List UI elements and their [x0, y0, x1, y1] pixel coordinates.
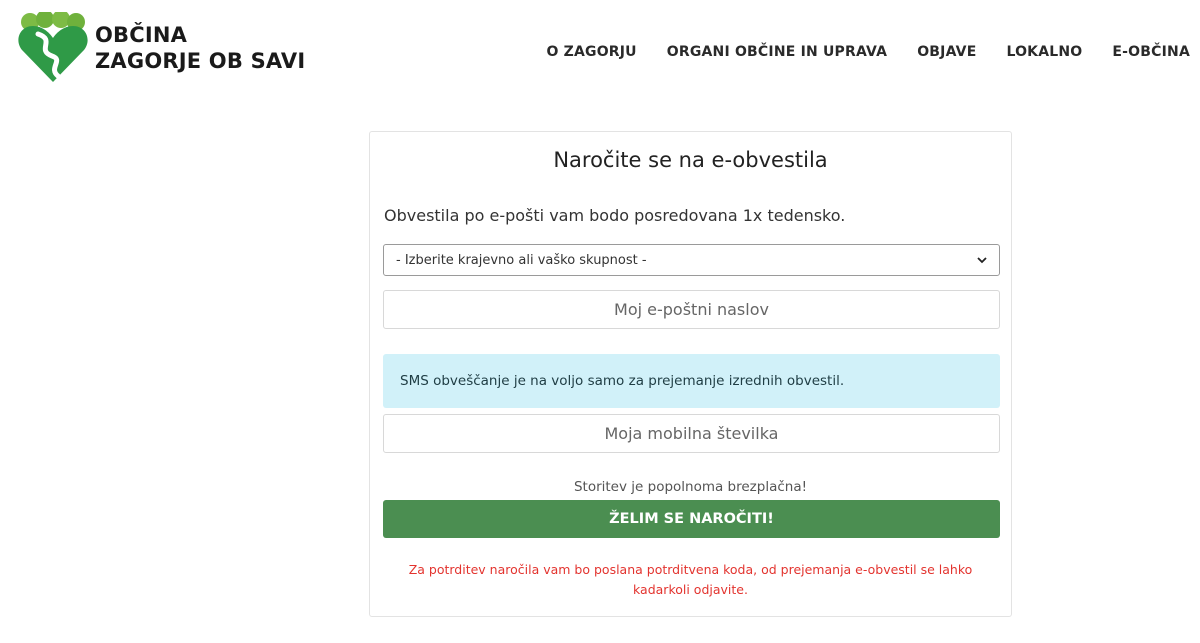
- nav-organi-obcine[interactable]: ORGANI OBČINE IN UPRAVA: [667, 44, 887, 60]
- form-intro: Obvestila po e-pošti vam bodo posredovan…: [384, 206, 846, 225]
- confirmation-note: Za potrditev naročila vam bo poslana pot…: [408, 562, 973, 597]
- chevron-down-icon: [977, 257, 987, 264]
- email-field[interactable]: Moj e-poštni naslov: [383, 290, 1000, 329]
- brand-line-1: OBČINA: [95, 23, 188, 47]
- nav-e-obcina[interactable]: E-OBČINA: [1112, 44, 1190, 60]
- sms-info-alert: SMS obveščanje je na voljo samo za preje…: [383, 354, 1000, 408]
- community-select-value: - Izberite krajevno ali vaško skupnost -: [396, 252, 647, 268]
- phone-field[interactable]: Moja mobilna številka: [383, 414, 1000, 453]
- form-title: Naročite se na e-obvestila: [553, 148, 828, 172]
- sms-info-text: SMS obveščanje je na voljo samo za preje…: [400, 373, 845, 389]
- nav-o-zagorju[interactable]: O ZAGORJU: [546, 44, 636, 60]
- subscribe-button[interactable]: ŽELIM SE NAROČITI!: [383, 500, 1000, 538]
- free-service-text: Storitev je popolnoma brezplačna!: [573, 479, 808, 495]
- subscription-card: Naročite se na e-obvestila Obvestila po …: [369, 131, 1012, 617]
- phone-placeholder: Moja mobilna številka: [604, 424, 779, 443]
- site-header: OBČINA ZAGORJE OB SAVI O ZAGORJU ORGANI …: [0, 0, 1200, 100]
- municipality-logo-icon[interactable]: [18, 12, 88, 84]
- main-navigation: O ZAGORJU ORGANI OBČINE IN UPRAVA OBJAVE…: [546, 44, 1190, 60]
- nav-lokalno[interactable]: LOKALNO: [1006, 44, 1082, 60]
- email-placeholder: Moj e-poštni naslov: [614, 300, 769, 319]
- nav-objave[interactable]: OBJAVE: [917, 44, 976, 60]
- community-select[interactable]: - Izberite krajevno ali vaško skupnost -: [383, 244, 1000, 276]
- brand-line-2: ZAGORJE OB SAVI: [95, 49, 306, 73]
- site-brand[interactable]: OBČINA ZAGORJE OB SAVI: [95, 22, 305, 74]
